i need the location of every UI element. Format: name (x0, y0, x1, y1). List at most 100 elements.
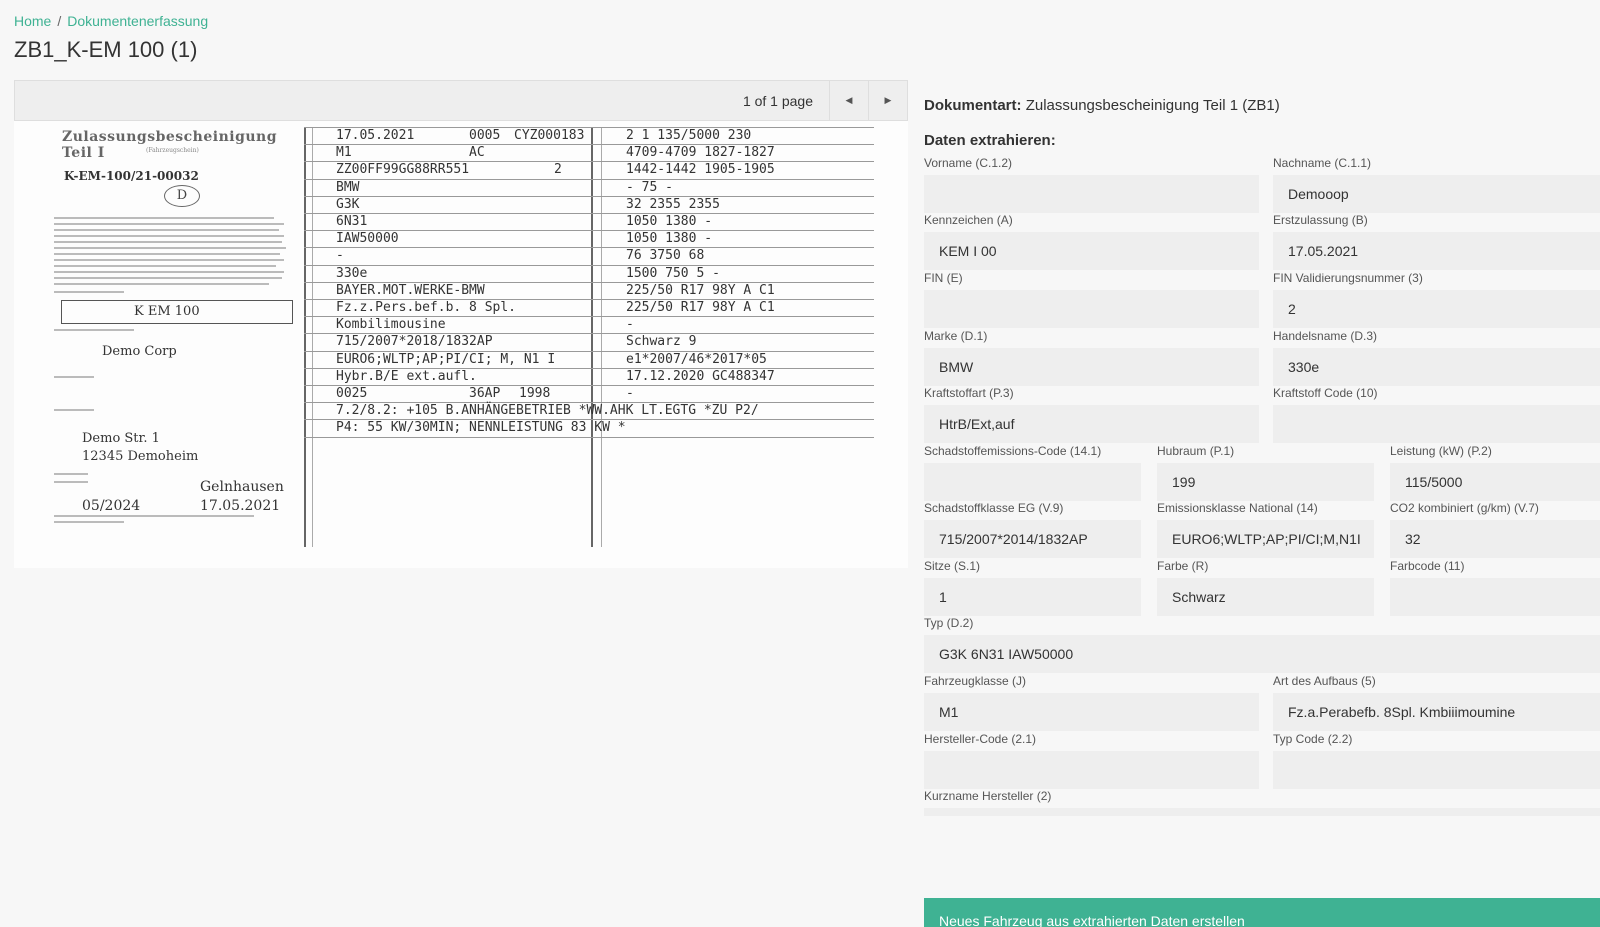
farbcode-input[interactable] (1390, 578, 1600, 616)
breadcrumb-home-link[interactable]: Home (14, 13, 51, 29)
field-label: Art des Aufbaus (5) (1273, 674, 1376, 688)
typ-input[interactable]: G3K 6N31 IAW50000 (924, 635, 1600, 673)
scan-left-value: Hybr.B/E ext.aufl. (336, 368, 477, 384)
field-label: Farbcode (11) (1390, 559, 1465, 573)
document-type: Dokumentart: Zulassungsbescheinigung Tei… (924, 97, 1600, 114)
document-left-column: Zulassungsbescheinigung Teil I (Fahrzeug… (14, 121, 304, 568)
document-type-value: Zulassungsbescheinigung Teil 1 (ZB1) (1025, 97, 1280, 114)
scan-right-value: 225/50 R17 98Y A C1 (626, 282, 775, 298)
scan-mid-value: 2 (554, 162, 562, 178)
field-sitze: Sitze (S.1) 1 (924, 559, 1141, 616)
field-label: Erstzulassung (B) (1273, 213, 1368, 227)
fin-validierungsnummer-input[interactable]: 2 (1273, 290, 1600, 328)
scan-right-value: - 75 - (626, 179, 673, 195)
scan-right-value: 225/50 R17 98Y A C1 (626, 300, 775, 315)
document-issue-date: 17.05.2021 (200, 498, 281, 514)
prev-page-button[interactable]: ◀ (829, 81, 868, 120)
field-fahrzeugklasse: Fahrzeugklasse (J) M1 (924, 674, 1259, 731)
kraftstoff-code-input[interactable] (1273, 405, 1600, 443)
handelsname-input[interactable]: 330e (1273, 348, 1600, 386)
document-registration-number: K-EM-100/21-00032 (64, 169, 199, 183)
grid-line (591, 127, 593, 547)
fine-print-line (54, 329, 134, 331)
farbe-input[interactable]: Schwarz (1157, 578, 1374, 616)
scan-left-value: - (336, 248, 344, 264)
scan-left-value: BAYER.MOT.WERKE-BMW (336, 282, 485, 298)
grid-row-line (304, 144, 874, 146)
typ-code-input[interactable] (1273, 751, 1600, 789)
field-label: Emissionsklasse National (14) (1157, 501, 1318, 515)
fin-input[interactable] (924, 290, 1259, 328)
leistung-input[interactable]: 115/5000 (1390, 463, 1600, 501)
scan-right-value: 1050 1380 - (626, 214, 713, 229)
emissionsklasse-input[interactable]: EURO6;WLTP;AP;PI/CI;M,N1I (1157, 520, 1374, 558)
scan-extra-value: CYZ000183 (514, 128, 585, 143)
fine-print-line (54, 515, 254, 517)
marke-input[interactable]: BMW (924, 348, 1259, 386)
field-erstzulassung: Erstzulassung (B) 17.05.2021 (1273, 213, 1600, 270)
field-art-des-aufbaus: Art des Aufbaus (5) Fz.a.Perabefb. 8Spl.… (1273, 674, 1600, 731)
fine-print-line (54, 271, 284, 273)
scan-left-value: IAW50000 (336, 231, 399, 247)
field-label: Schadstoffemissions-Code (14.1) (924, 444, 1102, 458)
field-label: Kennzeichen (A) (924, 213, 1013, 227)
scan-left-value: G3K (336, 196, 360, 212)
hersteller-code-input[interactable] (924, 751, 1259, 789)
field-typ-code: Typ Code (2.2) (1273, 732, 1600, 789)
vorname-input[interactable] (924, 175, 1259, 213)
art-des-aufbaus-input[interactable]: Fz.a.Perabefb. 8Spl. Kmbiiimoumine (1273, 693, 1600, 731)
scan-right-value: - (626, 317, 634, 333)
scan-right-value: 1500 750 5 - (626, 265, 720, 281)
scan-left-value: BMW (336, 179, 360, 195)
co2-input[interactable]: 32 (1390, 520, 1600, 558)
hubraum-input[interactable]: 199 (1157, 463, 1374, 501)
field-hubraum: Hubraum (P.1) 199 (1157, 444, 1374, 501)
scan-right-value: - (626, 386, 634, 401)
caret-right-icon: ▶ (884, 95, 892, 105)
fahrzeugklasse-input[interactable]: M1 (924, 693, 1259, 731)
kurzname-hersteller-input[interactable] (924, 808, 1600, 816)
field-label: Marke (D.1) (924, 329, 988, 343)
schadstoffklasse-input[interactable]: 715/2007*2014/1832AP (924, 520, 1141, 558)
grid-row-line (304, 195, 874, 197)
fine-print-line (54, 481, 88, 483)
fine-print-line (54, 241, 282, 243)
scan-left-value: 17.05.2021 (336, 128, 415, 143)
scan-right-value: 4709-4709 1827-1827 (626, 145, 775, 161)
field-hersteller-code: Hersteller-Code (2.1) (924, 732, 1259, 789)
next-page-button[interactable]: ▶ (868, 81, 907, 120)
page-counter: 1 of 1 page (742, 92, 813, 109)
field-label: Kraftstoffart (P.3) (924, 386, 1014, 400)
field-co2: CO2 kombiniert (g/km) (V.7) 32 (1390, 501, 1600, 558)
scan-right-value: 2 1 135/5000 230 (626, 128, 752, 143)
scan-left-value: 330e (336, 265, 368, 281)
scan-left-value: Fz.z.Pers.bef.b. 8 Spl. (336, 300, 517, 315)
grid-row-line (304, 264, 874, 266)
nachname-input[interactable]: Demooop (1273, 175, 1600, 213)
extraction-panel: Dokumentart: Zulassungsbescheinigung Tei… (924, 96, 1600, 927)
field-label: Schadstoffklasse EG (V.9) (924, 501, 1064, 515)
erstzulassung-input[interactable]: 17.05.2021 (1273, 232, 1600, 270)
document-field-grid: 17.05.2021 M1 ZZ00FF99GG88RR551 BMW G3K 6N31 I… (304, 127, 874, 547)
field-kraftstoffart: Kraftstoffart (P.3) HtrB/Ext,auf (924, 386, 1259, 443)
field-label: Leistung (kW) (P.2) (1390, 444, 1492, 458)
kraftstoffart-input[interactable]: HtrB/Ext,auf (924, 405, 1259, 443)
create-vehicle-button[interactable]: Neues Fahrzeug aus extrahierten Daten er… (924, 898, 1600, 927)
sitze-input[interactable]: 1 (924, 578, 1141, 616)
breadcrumb-current-link[interactable]: Dokumentenerfassung (67, 13, 208, 29)
field-label: Farbe (R) (1157, 559, 1209, 573)
field-schadstoffklasse: Schadstoffklasse EG (V.9) 715/2007*2014/… (924, 501, 1141, 558)
fine-print-line (54, 291, 124, 293)
country-code-badge: D (164, 185, 200, 207)
scan-left-value: Kombilimousine (336, 317, 446, 333)
field-label: Sitze (S.1) (924, 559, 981, 573)
grid-row-line (304, 213, 874, 214)
schadstoffemissions-code-input[interactable] (924, 463, 1141, 501)
field-emissionsklasse: Emissionsklasse National (14) EURO6;WLTP… (1157, 501, 1374, 558)
scan-right-value: 17.12.2020 GC488347 (626, 368, 775, 384)
kennzeichen-input[interactable]: KEM I 00 (924, 232, 1259, 270)
document-scan: Zulassungsbescheinigung Teil I (Fahrzeug… (14, 121, 908, 568)
scan-right-value: 76 3750 68 (626, 248, 705, 264)
scan-right-value: 1442-1442 1905-1905 (626, 162, 775, 178)
grid-row-line (304, 385, 874, 386)
